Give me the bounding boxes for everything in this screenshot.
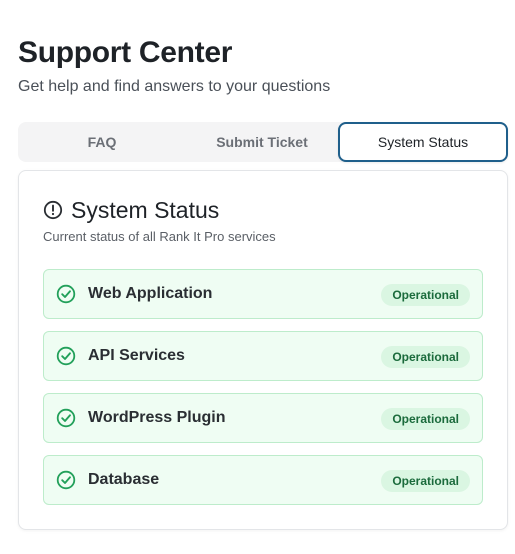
- check-circle-icon: [56, 470, 76, 490]
- service-name: Web Application: [88, 285, 213, 302]
- check-circle-icon: [56, 408, 76, 428]
- page-title: Support Center: [18, 36, 233, 69]
- service-row-api-services: API Services Operational: [43, 331, 483, 381]
- status-badge: Operational: [381, 284, 470, 306]
- service-name: API Services: [88, 347, 185, 364]
- page-subtitle: Get help and find answers to your questi…: [18, 78, 331, 95]
- service-name: Database: [88, 471, 160, 488]
- service-row-wordpress-plugin: WordPress Plugin Operational: [43, 393, 483, 443]
- card-description: Current status of all Rank It Pro servic…: [43, 229, 276, 244]
- status-badge: Operational: [381, 408, 470, 430]
- tab-bar: FAQ Submit Ticket System Status: [18, 122, 508, 162]
- service-name: WordPress Plugin: [88, 409, 226, 426]
- check-circle-icon: [56, 346, 76, 366]
- system-status-card: System Status Current status of all Rank…: [18, 170, 508, 530]
- service-row-database: Database Operational: [43, 455, 483, 505]
- status-badge: Operational: [381, 470, 470, 492]
- card-header: System Status: [43, 195, 219, 225]
- service-row-web-application: Web Application Operational: [43, 269, 483, 319]
- card-title: System Status: [71, 196, 220, 223]
- check-circle-icon: [56, 284, 76, 304]
- tab-faq[interactable]: FAQ: [18, 122, 186, 162]
- tab-submit-ticket[interactable]: Submit Ticket: [182, 122, 342, 162]
- alert-circle-icon: [43, 200, 63, 220]
- tab-system-status[interactable]: System Status: [338, 122, 508, 162]
- status-badge: Operational: [381, 346, 470, 368]
